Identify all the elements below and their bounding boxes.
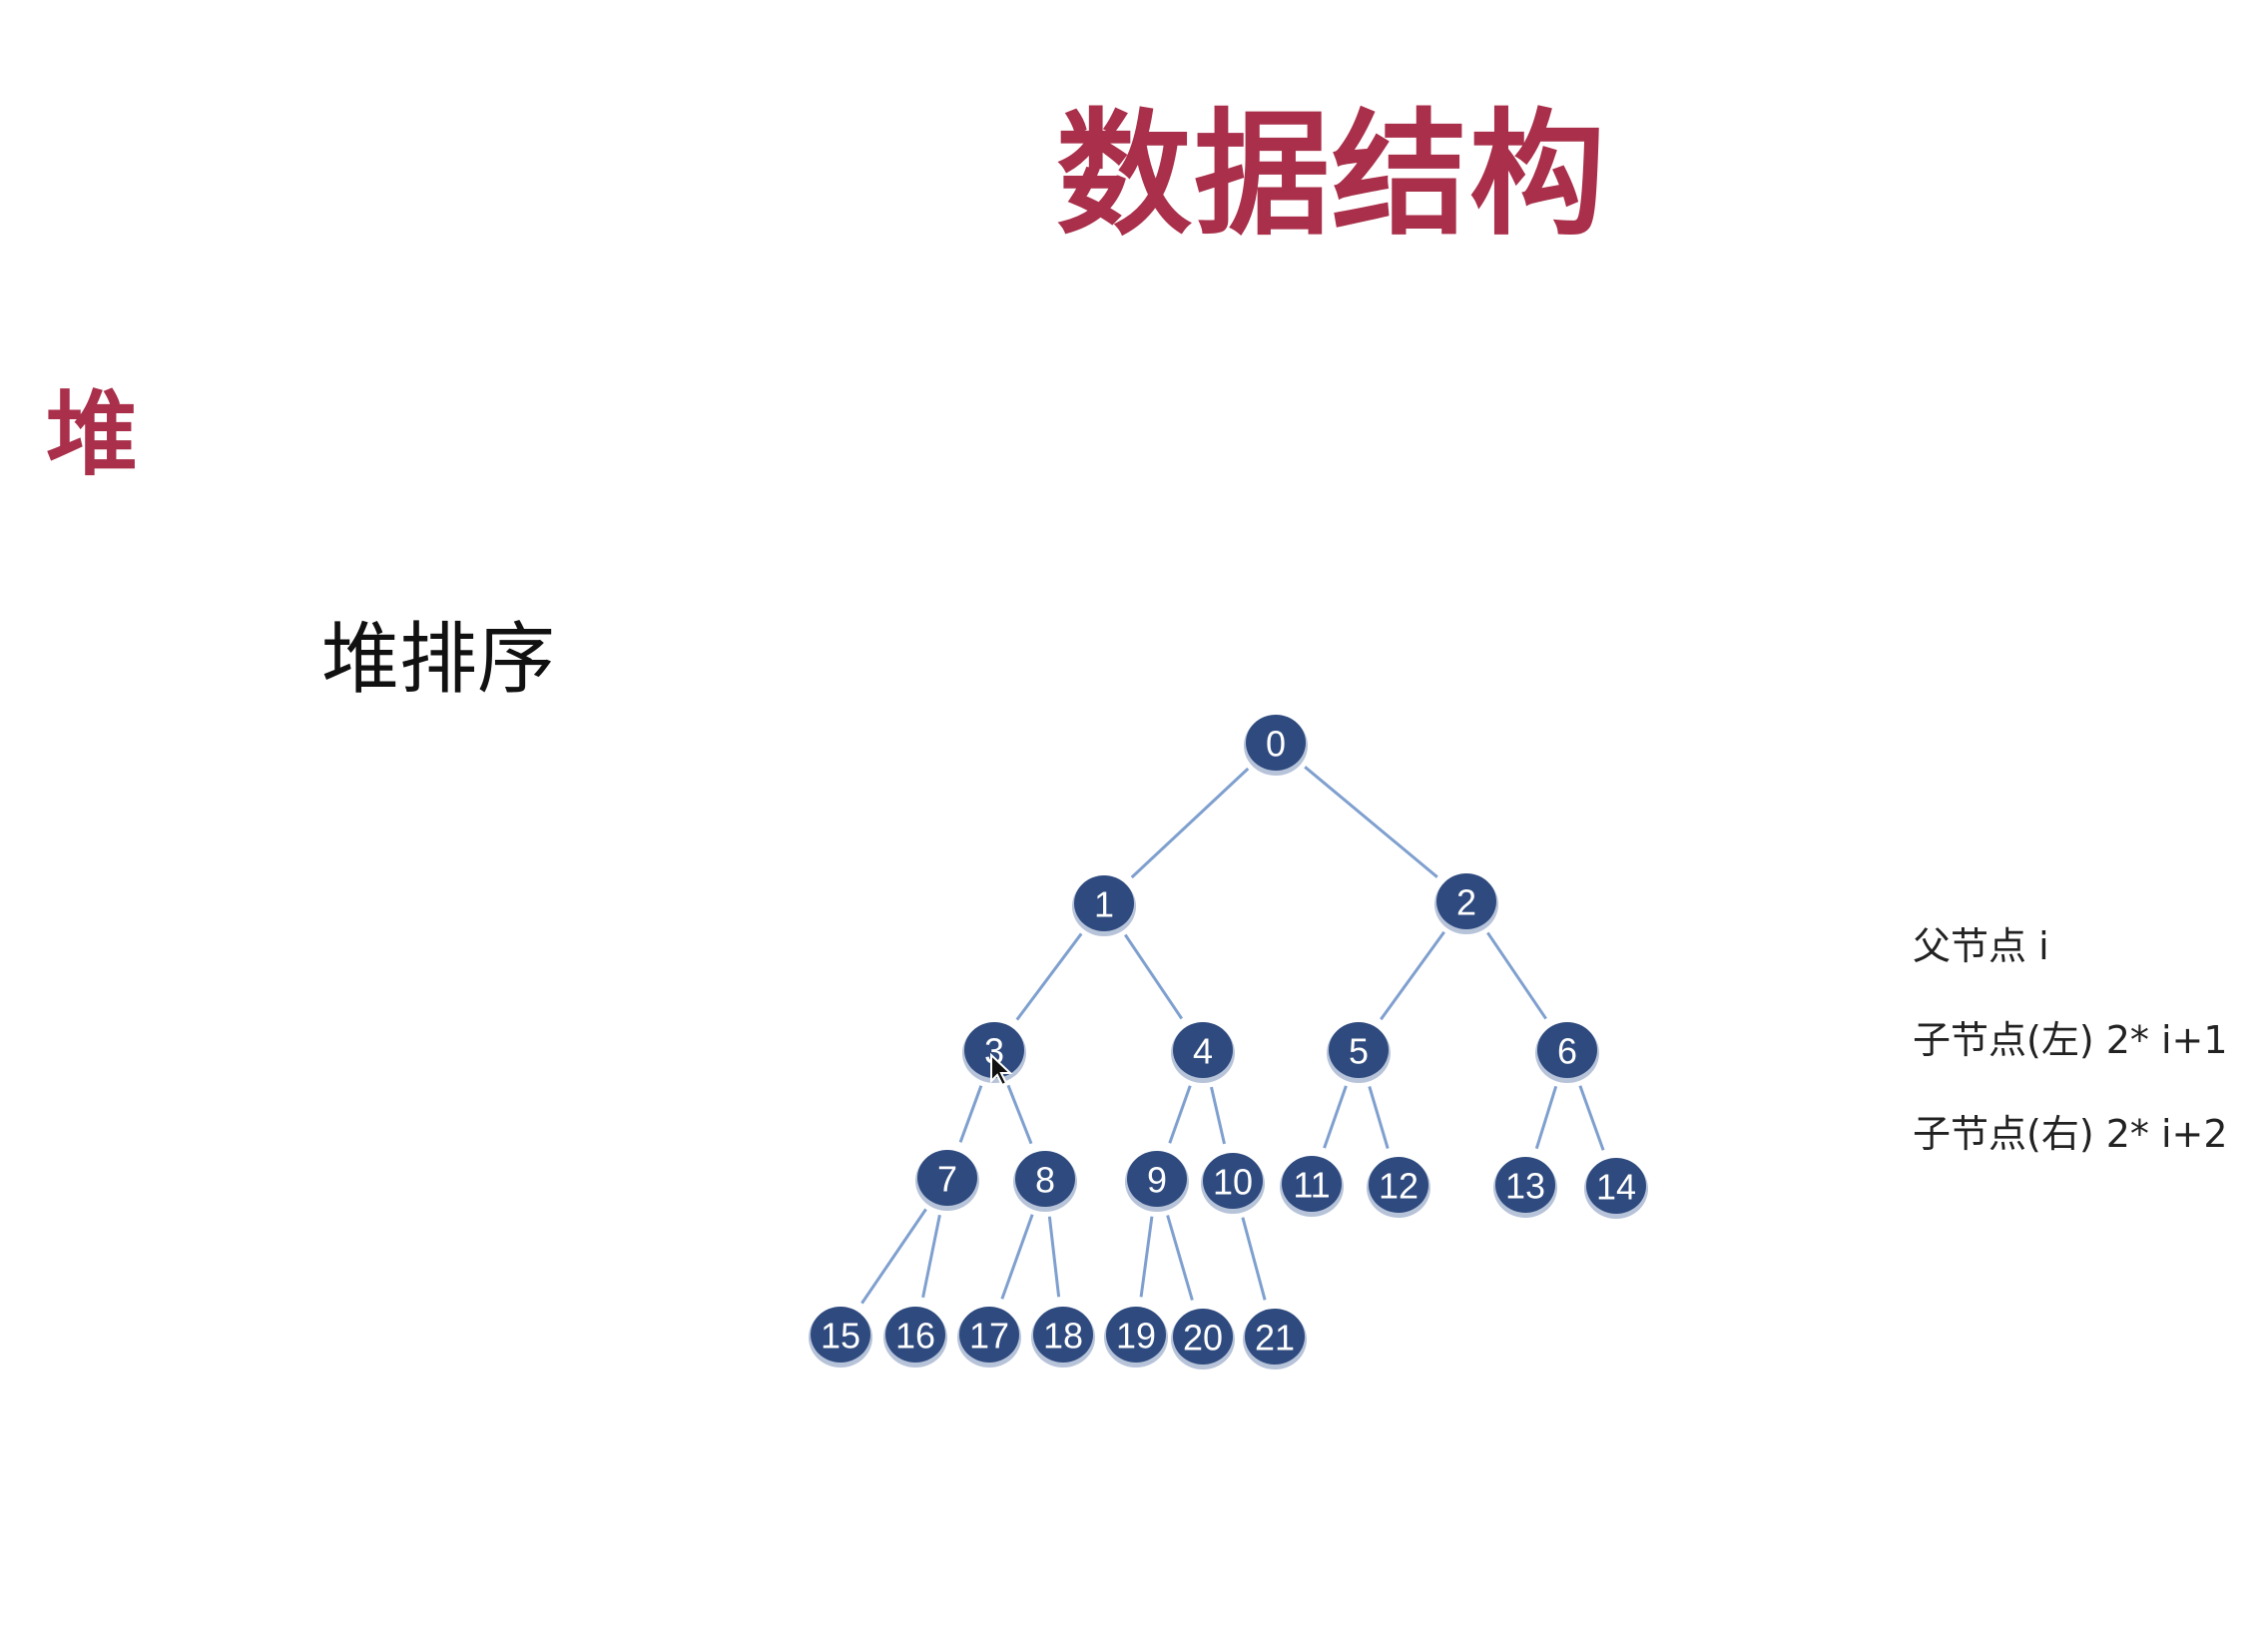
tree-node-19: 19 bbox=[1104, 1307, 1168, 1368]
tree-node-label: 10 bbox=[1213, 1162, 1253, 1203]
tree-node-6: 6 bbox=[1535, 1022, 1599, 1083]
right-child-formula: 子节点(右) 2* i+2 bbox=[1913, 1112, 2228, 1156]
tree-edge-7-16 bbox=[921, 1214, 941, 1299]
tree-node-label: 20 bbox=[1183, 1318, 1223, 1359]
tree-edge-5-11 bbox=[1323, 1085, 1348, 1149]
tree-node-2: 2 bbox=[1434, 873, 1498, 934]
tree-node-label: 5 bbox=[1349, 1031, 1369, 1072]
tree-node-14: 14 bbox=[1584, 1158, 1648, 1219]
tree-node-8: 8 bbox=[1013, 1151, 1077, 1212]
tree-node-0: 0 bbox=[1244, 715, 1308, 776]
tree-node-18: 18 bbox=[1031, 1307, 1095, 1368]
tree-edge-4-9 bbox=[1168, 1085, 1192, 1144]
tree-node-17: 17 bbox=[957, 1307, 1021, 1368]
tree-edge-8-17 bbox=[1000, 1214, 1034, 1300]
tree-edge-4-10 bbox=[1210, 1086, 1226, 1145]
tree-node-1: 1 bbox=[1072, 875, 1136, 936]
tree-node-label: 16 bbox=[895, 1316, 935, 1357]
tree-node-label: 8 bbox=[1035, 1160, 1055, 1201]
tree-node-9: 9 bbox=[1125, 1151, 1189, 1212]
tree-edge-2-6 bbox=[1486, 931, 1547, 1020]
parent-node-formula: 父节点 i bbox=[1913, 924, 2049, 968]
tree-node-7: 7 bbox=[915, 1150, 979, 1211]
tree-node-20: 20 bbox=[1171, 1309, 1235, 1369]
tree-node-label: 12 bbox=[1379, 1166, 1418, 1207]
tree-edge-3-7 bbox=[958, 1085, 983, 1143]
tree-edge-6-13 bbox=[1534, 1085, 1558, 1150]
tree-node-21: 21 bbox=[1243, 1309, 1307, 1369]
tree-edge-0-1 bbox=[1130, 767, 1250, 879]
tree-node-label: 21 bbox=[1255, 1318, 1295, 1359]
tree-node-label: 7 bbox=[937, 1159, 957, 1200]
tree-node-label: 17 bbox=[969, 1316, 1009, 1357]
tree-node-10: 10 bbox=[1201, 1153, 1265, 1214]
tree-edge-1-4 bbox=[1123, 933, 1184, 1020]
tree-node-label: 6 bbox=[1557, 1031, 1577, 1072]
tree-node-16: 16 bbox=[883, 1307, 947, 1368]
tree-node-label: 0 bbox=[1266, 724, 1286, 765]
tree-node-label: 18 bbox=[1043, 1316, 1083, 1357]
tree-node-12: 12 bbox=[1367, 1157, 1430, 1218]
tree-edge-9-20 bbox=[1166, 1215, 1194, 1301]
mouse-pointer-icon bbox=[990, 1053, 1013, 1087]
tree-edge-5-12 bbox=[1368, 1086, 1390, 1149]
tree-edge-2-5 bbox=[1380, 930, 1445, 1021]
tree-node-4: 4 bbox=[1171, 1022, 1235, 1083]
tree-node-label: 13 bbox=[1505, 1166, 1545, 1207]
tree-node-15: 15 bbox=[809, 1307, 872, 1368]
tree-node-label: 2 bbox=[1456, 882, 1476, 923]
tree-node-label: 4 bbox=[1193, 1031, 1213, 1072]
binary-tree-diagram: 01 23 4 5 67 8 9 10 11 12 13 1415 16 17 18 19 20 21 bbox=[809, 715, 1648, 1369]
tree-edge-8-18 bbox=[1047, 1216, 1061, 1298]
tree-edge-1-3 bbox=[1015, 932, 1083, 1021]
tree-node-label: 19 bbox=[1116, 1316, 1156, 1357]
tree-node-label: 11 bbox=[1293, 1165, 1330, 1206]
tree-node-11: 11 bbox=[1280, 1156, 1344, 1217]
tree-edge-7-15 bbox=[860, 1208, 927, 1305]
tree-node-label: 9 bbox=[1147, 1160, 1167, 1201]
tree-edge-10-21 bbox=[1241, 1217, 1267, 1301]
tree-node-5: 5 bbox=[1327, 1022, 1391, 1083]
tree-edge-0-2 bbox=[1304, 766, 1438, 878]
tree-node-label: 15 bbox=[821, 1316, 860, 1357]
tree-edge-3-8 bbox=[1006, 1084, 1033, 1145]
tree-node-label: 14 bbox=[1596, 1167, 1636, 1208]
tree-node-13: 13 bbox=[1493, 1157, 1557, 1218]
tree-node-label: 1 bbox=[1094, 884, 1114, 925]
tree-edge-9-19 bbox=[1139, 1216, 1154, 1298]
tree-edge-6-14 bbox=[1578, 1085, 1605, 1151]
index-formula-notes: 父节点 i 子节点(左) 2* i+1 子节点(右) 2* i+2 bbox=[1913, 923, 2228, 1205]
left-child-formula: 子节点(左) 2* i+1 bbox=[1913, 1018, 2228, 1062]
